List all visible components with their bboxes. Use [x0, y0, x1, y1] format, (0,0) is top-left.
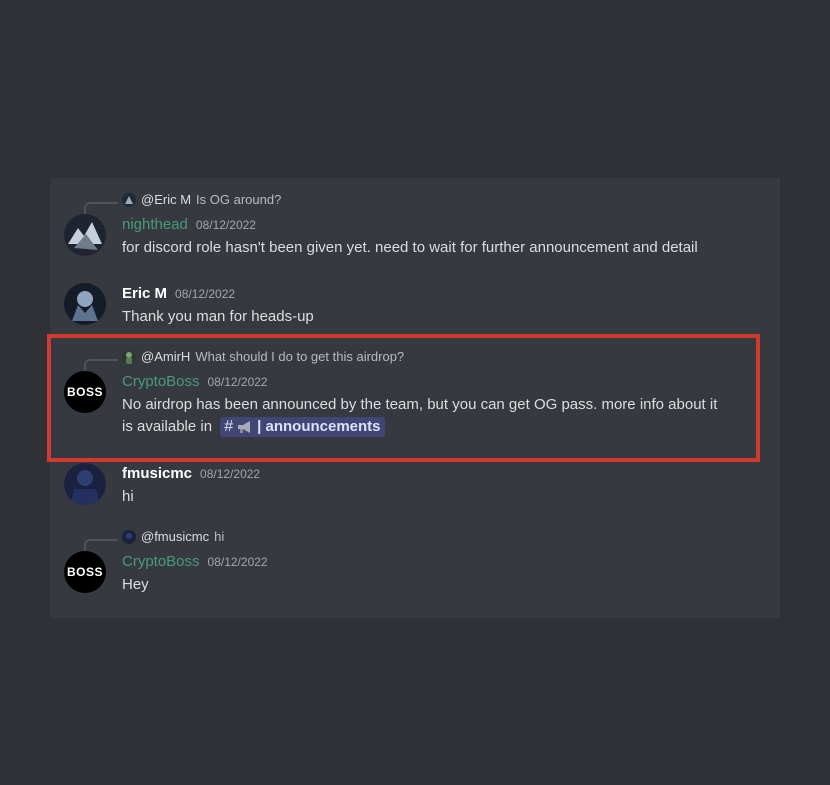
- message-header: CryptoBoss 08/12/2022: [122, 553, 268, 570]
- message-header: fmusicmc 08/12/2022: [122, 465, 260, 482]
- username[interactable]: CryptoBoss: [122, 553, 200, 570]
- avatar[interactable]: BOSS: [64, 551, 106, 593]
- timestamp: 08/12/2022: [195, 218, 256, 232]
- chat-panel: @Eric M Is OG around? nighthead 08/12/20…: [50, 178, 780, 618]
- replied-user-avatar: [122, 529, 136, 544]
- reply-mention[interactable]: @Eric M: [141, 192, 191, 207]
- avatar-logo-text: BOSS: [66, 565, 103, 579]
- username[interactable]: Eric M: [122, 285, 167, 302]
- reply-text: What should I do to get this airdrop?: [195, 349, 405, 364]
- reply-text: Is OG around?: [196, 192, 282, 207]
- message-content: for discord role hasn't been given yet. …: [122, 239, 698, 256]
- channel-name: | announcements: [257, 418, 381, 435]
- reply-connector: [84, 202, 118, 214]
- reply-mention[interactable]: @fmusicmc: [141, 529, 209, 544]
- replied-user-avatar: [122, 349, 136, 364]
- avatar[interactable]: [64, 214, 106, 256]
- reply-text: hi: [214, 529, 225, 544]
- message-content: hi: [122, 488, 134, 505]
- reply-mention[interactable]: @AmirH: [141, 349, 190, 364]
- timestamp: 08/12/2022: [200, 467, 261, 481]
- avatar[interactable]: [64, 283, 106, 325]
- username[interactable]: CryptoBoss: [122, 373, 200, 390]
- message-text: No airdrop has been announced by the tea…: [122, 396, 718, 435]
- timestamp: 08/12/2022: [175, 287, 236, 301]
- avatar-logo-text: BOSS: [66, 385, 103, 399]
- replied-user-avatar: [122, 192, 136, 207]
- username[interactable]: fmusicmc: [122, 465, 192, 482]
- reply-preview[interactable]: @AmirH What should I do to get this aird…: [122, 349, 404, 364]
- avatar[interactable]: BOSS: [64, 371, 106, 413]
- reply-connector: [84, 539, 118, 551]
- message-content: Thank you man for heads-up: [122, 308, 314, 325]
- message-content: No airdrop has been announced by the tea…: [122, 394, 732, 438]
- timestamp: 08/12/2022: [207, 375, 268, 389]
- hash-icon: #: [224, 418, 234, 435]
- channel-mention[interactable]: # | announcements: [220, 417, 385, 437]
- message-header: CryptoBoss 08/12/2022: [122, 373, 268, 390]
- reply-connector: [84, 359, 118, 371]
- message-header: nighthead 08/12/2022: [122, 216, 256, 233]
- message-content: Hey: [122, 576, 149, 593]
- reply-preview[interactable]: @Eric M Is OG around?: [122, 192, 281, 207]
- avatar[interactable]: [64, 463, 106, 505]
- message-header: Eric M 08/12/2022: [122, 285, 235, 302]
- megaphone-icon: [238, 421, 251, 433]
- reply-preview[interactable]: @fmusicmc hi: [122, 529, 224, 544]
- username[interactable]: nighthead: [122, 216, 188, 233]
- timestamp: 08/12/2022: [207, 555, 268, 569]
